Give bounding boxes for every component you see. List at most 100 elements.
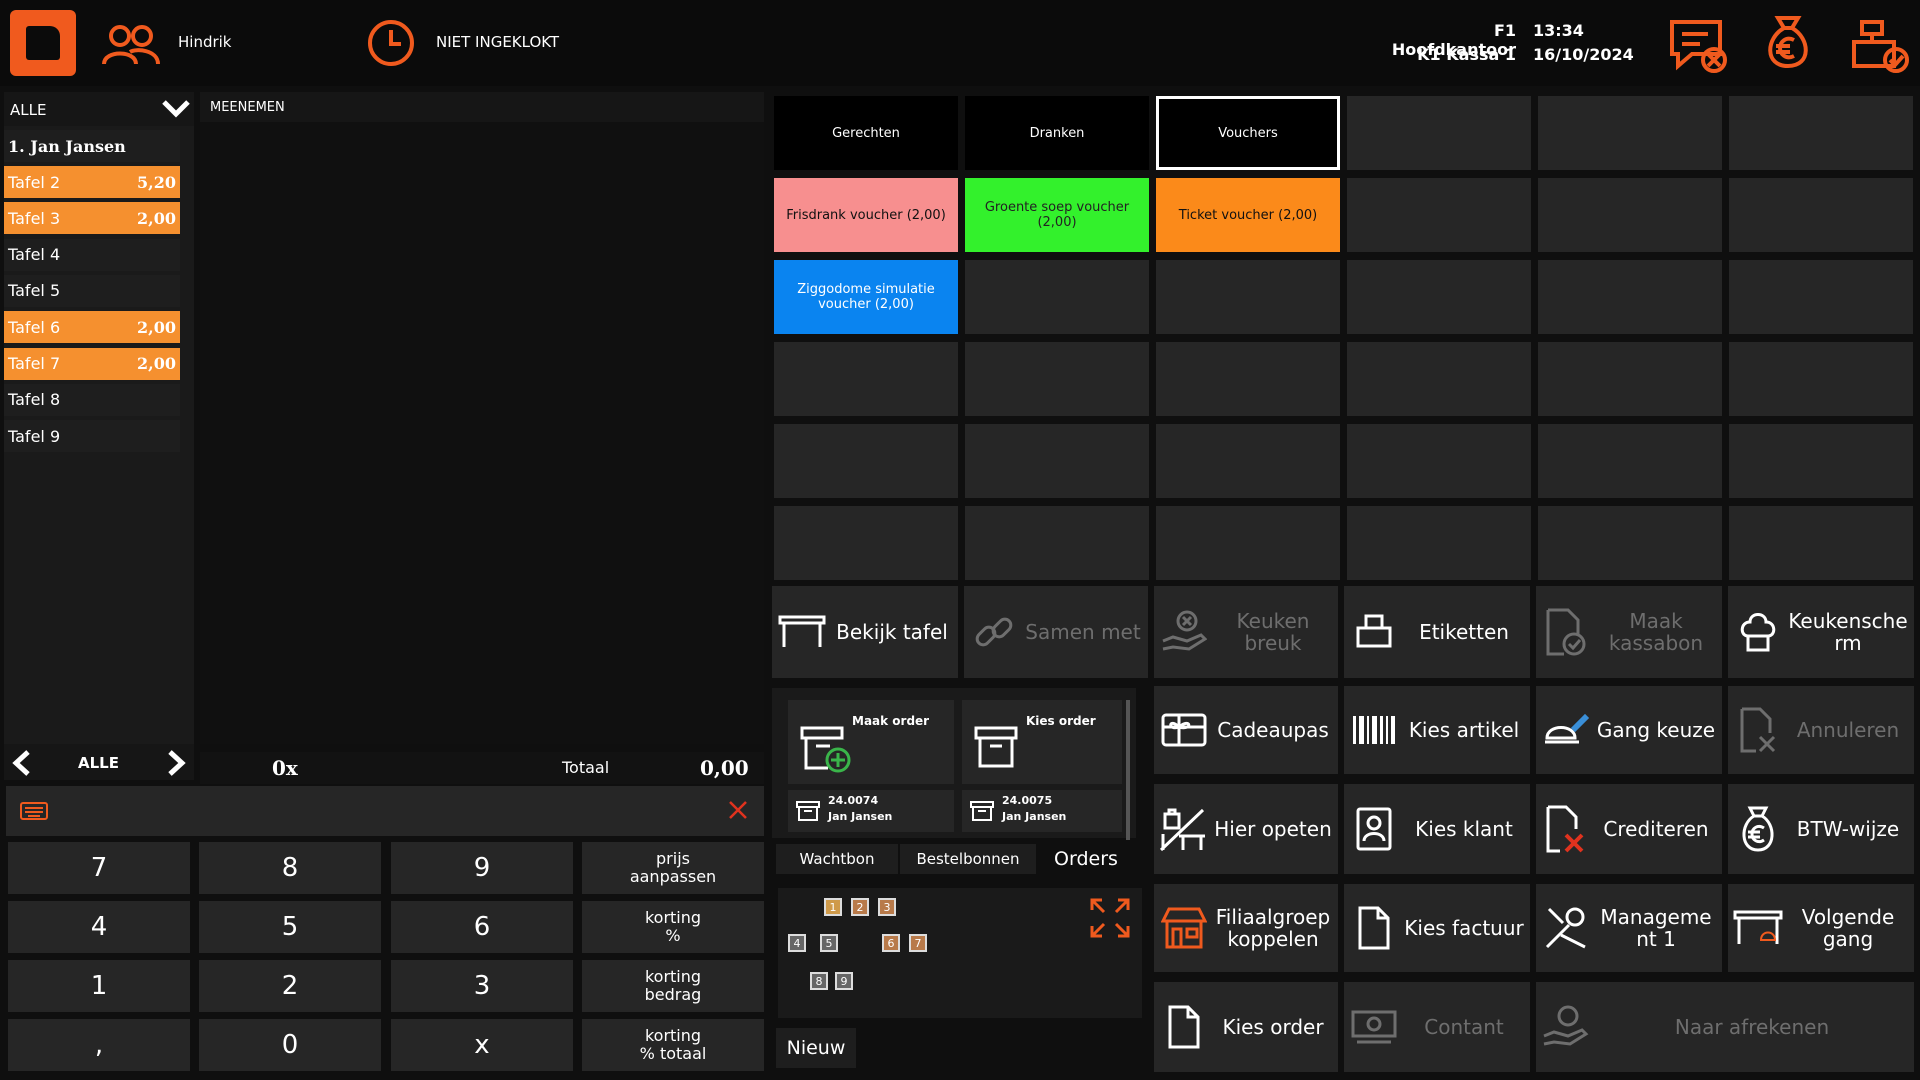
numpad-key[interactable]: , [8, 1019, 190, 1071]
floor-table[interactable]: 6 [882, 934, 900, 952]
choose-order-function-button[interactable]: Kies order [1154, 982, 1338, 1072]
combine-with-button[interactable]: Samen met [964, 586, 1148, 678]
empty-product-slot[interactable] [1729, 260, 1913, 334]
empty-product-slot[interactable] [1538, 424, 1722, 498]
make-receipt-button[interactable]: Maak kassabon [1536, 586, 1722, 678]
customer-header[interactable]: 1. Jan Jansen [4, 130, 180, 162]
chevron-left-icon[interactable] [10, 750, 34, 780]
floor-table[interactable]: 7 [909, 934, 927, 952]
tab-wachtbon[interactable]: Wachtbon [776, 844, 898, 874]
cancel-message-icon[interactable] [1668, 18, 1728, 78]
credit-button[interactable]: Crediteren [1536, 784, 1722, 874]
category-gerechten[interactable]: Gerechten [774, 96, 958, 170]
category-dranken[interactable]: Dranken [965, 96, 1149, 170]
table-list-item[interactable]: Tafel 3 2,00 [4, 202, 180, 235]
empty-product-slot[interactable] [1538, 506, 1722, 580]
eat-here-button[interactable]: Hier opeten [1154, 784, 1338, 874]
kitchen-screen-button[interactable]: Keukensche rm [1728, 586, 1914, 678]
discount-key[interactable]: prijs aanpassen [582, 842, 764, 894]
empty-product-slot[interactable] [774, 506, 958, 580]
input-bar[interactable] [6, 786, 764, 836]
empty-product-slot[interactable] [1347, 178, 1531, 252]
list-filter[interactable]: ALLE [4, 92, 194, 126]
next-course-button[interactable]: Volgende gang [1728, 884, 1914, 972]
chevron-down-icon[interactable] [162, 98, 190, 122]
new-button[interactable]: Nieuw [776, 1028, 856, 1068]
clear-input-icon[interactable] [728, 800, 748, 824]
empty-product-slot[interactable] [1347, 260, 1531, 334]
empty-product-slot[interactable] [1538, 260, 1722, 334]
orders-scrollbar[interactable] [1126, 700, 1130, 840]
cash-button[interactable]: Contant [1344, 982, 1530, 1072]
labels-button[interactable]: Etiketten [1344, 586, 1530, 678]
table-list-item[interactable]: Tafel 4 [4, 238, 180, 271]
floor-table[interactable]: 2 [851, 898, 869, 916]
empty-product-slot[interactable] [774, 342, 958, 416]
empty-product-slot[interactable] [1729, 506, 1913, 580]
empty-product-slot[interactable] [1156, 260, 1340, 334]
discount-key[interactable]: korting % totaal [582, 1019, 764, 1071]
view-table-button[interactable]: Bekijk tafel [772, 586, 958, 678]
clock-icon[interactable] [366, 18, 416, 72]
numpad-key[interactable]: 8 [199, 842, 381, 894]
tab-orders[interactable]: Orders [1038, 844, 1134, 874]
empty-product-slot[interactable] [1729, 178, 1913, 252]
empty-product-slot[interactable] [1347, 424, 1531, 498]
discount-key[interactable]: korting % [582, 901, 764, 953]
empty-product-slot[interactable] [965, 260, 1149, 334]
table-list-item[interactable]: Tafel 2 5,20 [4, 166, 180, 198]
numpad-key[interactable]: 5 [199, 901, 381, 953]
numpad-key[interactable]: 1 [8, 960, 190, 1012]
empty-product-slot[interactable] [1156, 424, 1340, 498]
choose-customer-button[interactable]: Kies klant [1344, 784, 1530, 874]
product-button[interactable]: Ziggodome simulatie voucher (2,00) [774, 260, 958, 334]
product-button[interactable]: Ticket voucher (2,00) [1156, 178, 1340, 252]
table-list-item[interactable]: Tafel 9 [4, 420, 180, 453]
empty-product-slot[interactable] [1729, 342, 1913, 416]
empty-product-slot[interactable] [965, 424, 1149, 498]
product-button[interactable]: Groente soep voucher (2,00) [965, 178, 1149, 252]
course-choice-button[interactable]: Gang keuze [1536, 686, 1722, 774]
numpad-key[interactable]: 6 [391, 901, 573, 953]
category-vouchers[interactable]: Vouchers [1156, 96, 1340, 170]
floor-table[interactable]: 8 [810, 972, 828, 990]
branch-group-button[interactable]: Filiaalgroep koppelen [1154, 884, 1338, 972]
money-bag-icon[interactable] [1762, 14, 1814, 74]
order-card-b[interactable]: 24.0075 Jan Jansen [962, 790, 1122, 832]
floor-table[interactable]: 3 [878, 898, 896, 916]
floor-table[interactable]: 4 [788, 934, 806, 952]
table-list-item[interactable]: Tafel 6 2,00 [4, 311, 180, 344]
empty-product-slot[interactable] [1156, 506, 1340, 580]
keyboard-icon[interactable] [20, 802, 48, 824]
order-card-a[interactable]: 24.0074 Jan Jansen [788, 790, 954, 832]
empty-product-slot[interactable] [774, 424, 958, 498]
choose-order-button[interactable]: Kies order [962, 700, 1122, 784]
gift-card-button[interactable]: Cadeaupas [1154, 686, 1338, 774]
checkout-button[interactable]: Naar afrekenen [1536, 982, 1914, 1072]
empty-product-slot[interactable] [965, 506, 1149, 580]
choose-invoice-button[interactable]: Kies factuur [1344, 884, 1530, 972]
users-icon[interactable] [100, 22, 162, 70]
tab-bestelbonnen[interactable]: Bestelbonnen [900, 844, 1036, 874]
table-list-item[interactable]: Tafel 5 [4, 274, 180, 307]
floor-table[interactable]: 1 [824, 898, 842, 916]
numpad-key[interactable]: x [391, 1019, 573, 1071]
app-logo[interactable] [10, 10, 76, 76]
numpad-key[interactable]: 2 [199, 960, 381, 1012]
table-list-item[interactable]: Tafel 7 2,00 [4, 347, 180, 380]
empty-product-slot[interactable] [1729, 96, 1913, 170]
choose-article-button[interactable]: Kies artikel [1344, 686, 1530, 774]
chevron-right-icon[interactable] [164, 750, 188, 780]
cancel-button[interactable]: Annuleren [1728, 686, 1914, 774]
empty-product-slot[interactable] [1156, 342, 1340, 416]
management-button[interactable]: Manageme nt 1 [1536, 884, 1722, 972]
numpad-key[interactable]: 7 [8, 842, 190, 894]
numpad-key[interactable]: 4 [8, 901, 190, 953]
discount-key[interactable]: korting bedrag [582, 960, 764, 1012]
empty-product-slot[interactable] [1347, 342, 1531, 416]
empty-product-slot[interactable] [1347, 506, 1531, 580]
floor-table[interactable]: 9 [835, 972, 853, 990]
empty-product-slot[interactable] [1538, 178, 1722, 252]
numpad-key[interactable]: 0 [199, 1019, 381, 1071]
numpad-key[interactable]: 9 [391, 842, 573, 894]
